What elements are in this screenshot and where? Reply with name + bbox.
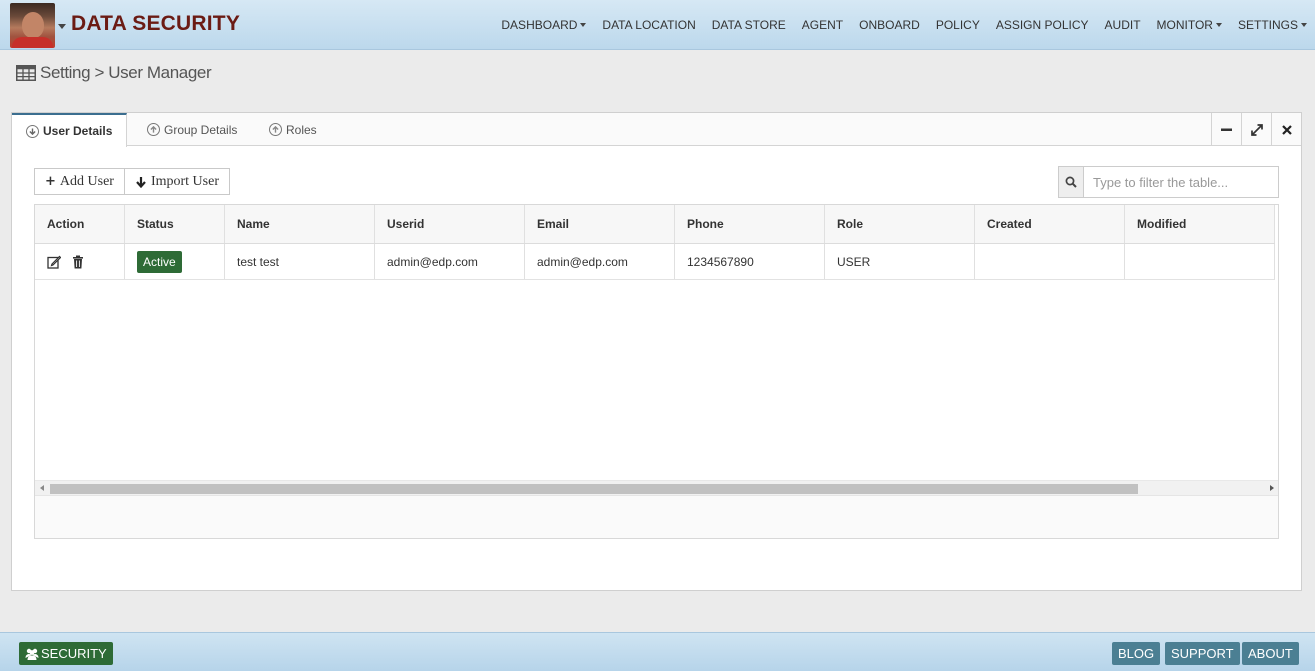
scroll-left-arrow-icon[interactable] — [40, 485, 44, 491]
nav-dashboard[interactable]: DASHBOARD — [493, 18, 594, 32]
blog-button[interactable]: BLOG — [1112, 642, 1161, 665]
plus-icon: + — [45, 174, 56, 189]
close-icon[interactable] — [1271, 113, 1301, 146]
users-table: Action Status Name Userid Email Phone Ro… — [34, 204, 1279, 539]
tab-user-details-label: User Details — [43, 124, 113, 138]
column-header-status[interactable]: Status — [125, 205, 225, 243]
security-button[interactable]: SECURITY — [19, 642, 113, 665]
nav-data-location-label: DATA LOCATION — [602, 18, 696, 32]
nav-agent-label: AGENT — [801, 18, 844, 32]
column-header-role[interactable]: Role — [825, 205, 975, 243]
nav-onboard-label: ONBOARD — [859, 18, 920, 32]
user-action-buttons: + Add User Import User — [34, 168, 230, 195]
phone-cell: 1234567890 — [675, 244, 825, 279]
table-row: Active test test admin@edp.com admin@edp… — [35, 244, 1275, 280]
filter-input[interactable] — [1084, 167, 1278, 197]
row-actions — [35, 244, 125, 279]
user-menu-caret-icon[interactable] — [58, 24, 66, 29]
nav-policy-label: POLICY — [935, 18, 980, 32]
add-user-button[interactable]: + Add User — [34, 168, 125, 195]
import-user-button[interactable]: Import User — [124, 168, 230, 195]
nav-dashboard-label: DASHBOARD — [501, 18, 578, 32]
top-navbar: DATA SECURITY DASHBOARD DATA LOCATION DA… — [0, 0, 1315, 50]
about-button[interactable]: ABOUT — [1242, 642, 1299, 665]
table-footer — [35, 495, 1278, 538]
column-header-name[interactable]: Name — [225, 205, 375, 243]
brand-title[interactable]: DATA SECURITY — [71, 12, 240, 36]
avatar-shirt — [12, 37, 53, 48]
breadcrumb: Setting > User Manager — [16, 63, 212, 83]
nav-settings-label: SETTINGS — [1237, 18, 1298, 32]
column-header-modified[interactable]: Modified — [1125, 205, 1275, 243]
expand-icon[interactable] — [1241, 113, 1271, 146]
nav-monitor[interactable]: MONITOR — [1149, 18, 1230, 32]
users-icon — [25, 648, 39, 660]
status-badge: Active — [137, 250, 182, 273]
nav-audit-label: AUDIT — [1104, 18, 1141, 32]
user-manager-panel: User Details Group Details Roles + Add U… — [11, 112, 1302, 591]
column-header-action[interactable]: Action — [35, 205, 125, 243]
nav-settings[interactable]: SETTINGS — [1230, 18, 1315, 32]
nav-data-location[interactable]: DATA LOCATION — [594, 18, 703, 32]
chevron-down-icon — [1301, 23, 1307, 27]
trash-icon[interactable] — [71, 255, 85, 269]
minimize-icon[interactable] — [1211, 113, 1241, 146]
status-cell: Active — [125, 244, 225, 279]
modified-cell — [1125, 244, 1275, 279]
nav-data-store[interactable]: DATA STORE — [704, 18, 794, 32]
nav-policy[interactable]: POLICY — [928, 18, 988, 32]
breadcrumb-text: Setting > User Manager — [40, 63, 212, 82]
column-header-email[interactable]: Email — [525, 205, 675, 243]
support-button[interactable]: SUPPORT — [1165, 642, 1240, 665]
avatar-face — [22, 12, 44, 38]
tab-user-details[interactable]: User Details — [12, 113, 128, 147]
created-cell — [975, 244, 1125, 279]
footer-bar: SECURITY BLOG SUPPORT ABOUT — [0, 632, 1315, 671]
import-user-label: Import User — [150, 173, 219, 189]
circle-arrow-up-icon — [269, 123, 282, 136]
panel-tools — [1211, 113, 1301, 146]
tab-group-details-label: Group Details — [164, 122, 238, 137]
horizontal-scrollbar[interactable] — [35, 480, 1278, 495]
tab-bar: User Details Group Details Roles — [12, 113, 1301, 147]
security-label: SECURITY — [41, 646, 107, 661]
nav-data-store-label: DATA STORE — [711, 18, 786, 32]
nav-audit[interactable]: AUDIT — [1097, 18, 1149, 32]
table-icon — [16, 65, 36, 81]
user-avatar[interactable] — [10, 3, 55, 48]
add-user-label: Add User — [59, 173, 114, 189]
circle-arrow-down-icon — [26, 124, 39, 138]
scroll-right-arrow-icon[interactable] — [1270, 485, 1274, 491]
scrollbar-thumb[interactable] — [50, 484, 1138, 494]
tab-group-details[interactable]: Group Details — [133, 113, 251, 146]
circle-arrow-up-icon — [147, 123, 160, 136]
arrow-down-icon — [136, 176, 146, 188]
edit-icon[interactable] — [47, 255, 61, 269]
search-icon — [1059, 167, 1084, 197]
nav-assign-policy[interactable]: ASSIGN POLICY — [988, 18, 1097, 32]
column-header-created[interactable]: Created — [975, 205, 1125, 243]
email-cell: admin@edp.com — [525, 244, 675, 279]
chevron-down-icon — [580, 23, 587, 27]
column-header-phone[interactable]: Phone — [675, 205, 825, 243]
nav-onboard[interactable]: ONBOARD — [851, 18, 928, 32]
main-nav: DASHBOARD DATA LOCATION DATA STORE AGENT… — [493, 0, 1315, 50]
tab-roles-label: Roles — [286, 122, 317, 137]
table-filter — [1058, 166, 1279, 198]
nav-agent[interactable]: AGENT — [794, 18, 851, 32]
table-header: Action Status Name Userid Email Phone Ro… — [35, 205, 1275, 244]
chevron-down-icon — [1215, 23, 1222, 27]
column-header-userid[interactable]: Userid — [375, 205, 525, 243]
name-cell: test test — [225, 244, 375, 279]
nav-assign-policy-label: ASSIGN POLICY — [995, 18, 1089, 32]
userid-cell: admin@edp.com — [375, 244, 525, 279]
nav-monitor-label: MONITOR — [1156, 18, 1213, 32]
tab-roles[interactable]: Roles — [255, 113, 331, 146]
role-cell: USER — [825, 244, 975, 279]
